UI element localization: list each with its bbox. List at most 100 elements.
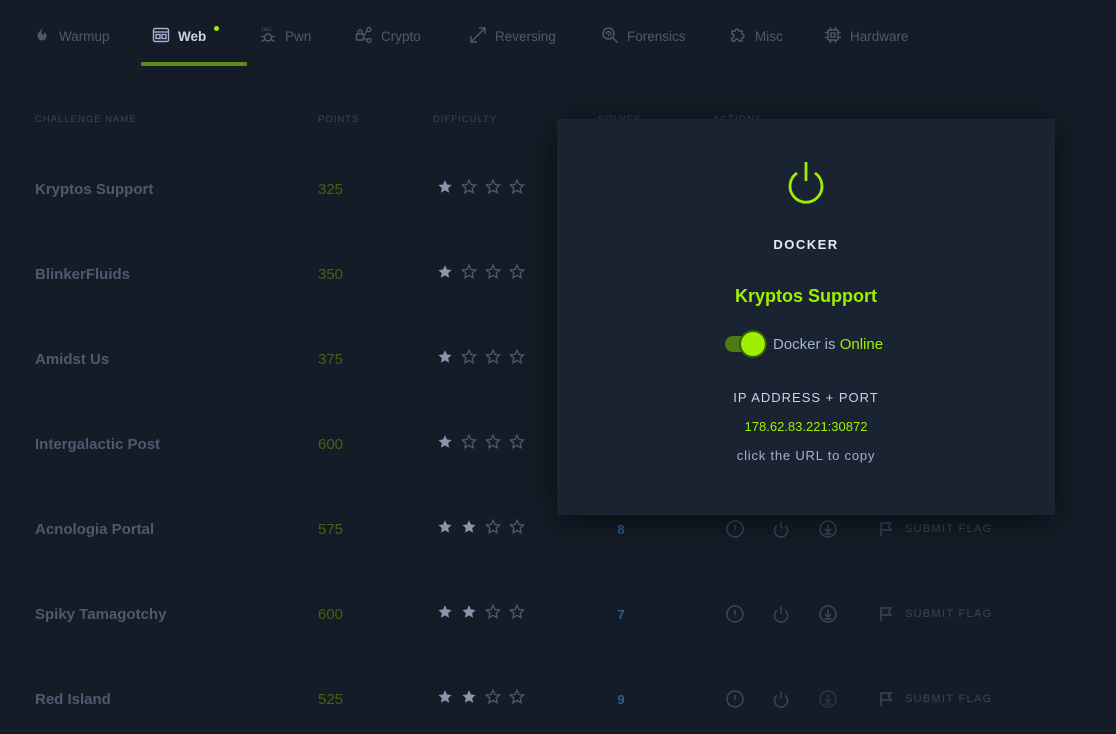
copy-hint: click the URL to copy [736,448,876,463]
table-row[interactable]: Acnologia Portal 575 8 SUBMIT FLAG [0,509,1116,549]
difficulty-rating [437,509,526,549]
table-divider [0,730,1116,731]
difficulty-rating [437,169,526,209]
challenge-solves: 7 [617,606,625,622]
challenge-name[interactable]: BlinkerFluids [35,254,130,294]
column-header-name[interactable]: CHALLENGE NAME [35,114,137,125]
star-filled-icon [437,604,453,625]
status-prefix: Docker is [773,335,840,353]
active-tab-indicator [141,62,247,66]
star-filled-icon [437,519,453,540]
power-icon[interactable] [771,689,791,709]
flag-icon [879,521,895,537]
docker-status-text: Docker is Online [773,336,883,353]
tab-label: Warmup [59,28,110,44]
challenge-name[interactable]: Acnologia Portal [35,509,154,549]
flag-icon [879,606,895,622]
challenge-points: 325 [318,180,344,198]
new-indicator-dot [214,26,219,31]
challenge-points: 600 [318,435,344,453]
star-empty-icon [484,518,502,540]
modal-challenge-name: Kryptos Support [735,286,877,306]
submit-flag-label: SUBMIT FLAG [905,693,993,705]
challenge-name[interactable]: Kryptos Support [35,169,153,209]
star-empty-icon [460,178,478,200]
submit-flag-label: SUBMIT FLAG [905,523,993,535]
star-empty-icon [484,433,502,455]
tab-crypto[interactable]: Crypto [355,22,421,50]
submit-flag-label: SUBMIT FLAG [905,608,993,620]
tab-warmup[interactable]: Warmup [33,22,110,50]
star-empty-icon [508,688,526,710]
star-filled-icon [437,689,453,710]
download-icon[interactable] [818,604,838,624]
difficulty-rating [437,254,526,294]
star-empty-icon [508,178,526,200]
flame-icon [33,26,51,47]
flag-icon [879,691,895,707]
binary-bug-icon: 1001 [259,26,277,47]
challenge-points: 350 [318,265,344,283]
challenge-name[interactable]: Red Island [35,679,111,719]
star-filled-icon [437,264,453,285]
info-icon[interactable] [725,689,745,709]
challenge-name[interactable]: Intergalactic Post [35,424,160,464]
challenge-points: 575 [318,520,344,538]
star-filled-icon [437,349,453,370]
docker-toggle[interactable] [725,332,765,356]
difficulty-rating [437,679,526,719]
star-filled-icon [461,604,477,625]
star-empty-icon [484,263,502,285]
star-empty-icon [460,433,478,455]
star-filled-icon [437,179,453,200]
download-icon[interactable] [818,519,838,539]
column-header-points[interactable]: POINTS [318,114,359,125]
star-empty-icon [484,178,502,200]
info-icon[interactable] [725,604,745,624]
difficulty-rating [437,424,526,464]
power-icon[interactable] [771,519,791,539]
star-filled-icon [437,434,453,455]
submit-flag-button[interactable]: SUBMIT FLAG [879,594,992,634]
modal-title: DOCKER [773,237,839,252]
download-icon[interactable] [818,689,838,709]
submit-flag-button[interactable]: SUBMIT FLAG [879,679,992,719]
challenge-name[interactable]: Amidst Us [35,339,109,379]
star-empty-icon [508,518,526,540]
category-tabs: Warmup Web 1001 Pwn Crypto Reversing For… [0,0,1116,66]
submit-flag-button[interactable]: SUBMIT FLAG [879,509,992,549]
difficulty-rating [437,594,526,634]
ip-port-link[interactable]: 178.62.83.221:30872 [557,419,1055,434]
tab-hardware[interactable]: Hardware [824,22,909,50]
tab-web[interactable]: Web [152,22,219,50]
column-header-difficulty[interactable]: DIFFICULTY [433,114,497,125]
info-icon[interactable] [725,519,745,539]
table-row[interactable]: Red Island 525 9 SUBMIT FLAG [0,679,1116,719]
star-empty-icon [484,348,502,370]
svg-text:1001: 1001 [261,27,272,33]
docker-modal: DOCKER Kryptos Support Docker is Online … [557,119,1055,515]
tab-label: Forensics [627,28,686,44]
diagonal-arrows-icon [469,26,487,47]
table-row[interactable]: Spiky Tamagotchy 600 7 SUBMIT FLAG [0,594,1116,634]
challenge-name[interactable]: Spiky Tamagotchy [35,594,166,634]
star-filled-icon [461,689,477,710]
puzzle-icon [729,26,747,47]
tab-label: Pwn [285,28,312,44]
tab-forensics[interactable]: Forensics [601,22,686,50]
challenge-solves: 8 [617,521,625,537]
tab-pwn[interactable]: 1001 Pwn [259,22,311,50]
difficulty-rating [437,339,526,379]
star-empty-icon [484,603,502,625]
tab-misc[interactable]: Misc [729,22,783,50]
tab-reversing[interactable]: Reversing [469,22,556,50]
power-icon[interactable] [784,159,828,207]
star-empty-icon [460,263,478,285]
tab-label: Reversing [495,28,556,44]
power-icon[interactable] [771,604,791,624]
challenge-points: 375 [318,350,344,368]
star-filled-icon [461,519,477,540]
star-empty-icon [508,348,526,370]
tab-label: Web [178,28,207,44]
browser-window-icon [152,26,170,47]
